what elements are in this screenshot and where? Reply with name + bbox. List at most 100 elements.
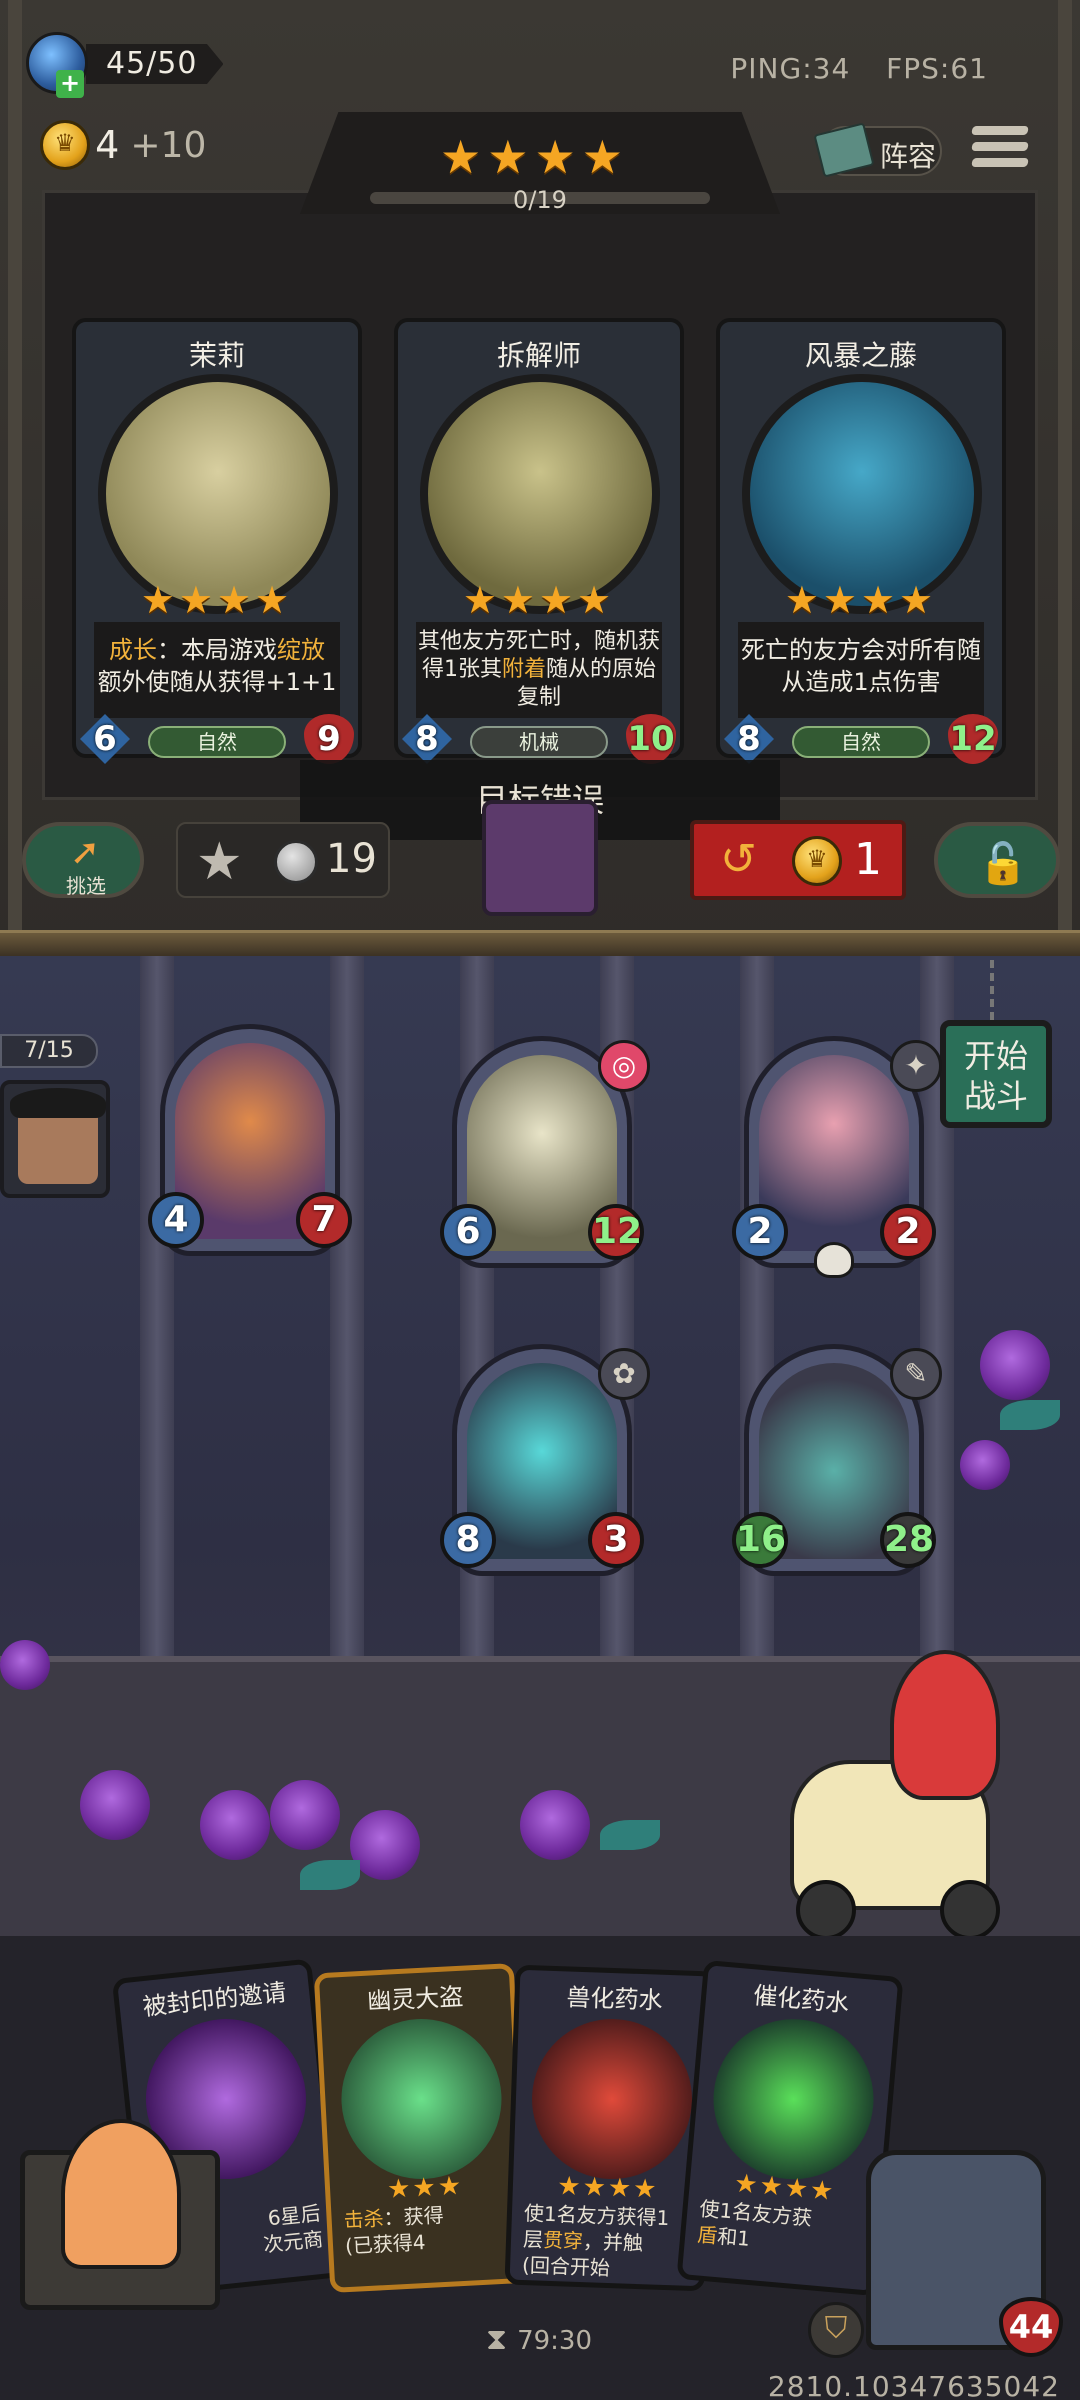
wave-counter: 7/15 bbox=[0, 1034, 98, 1068]
card-tribe: 自然 bbox=[792, 726, 930, 758]
gold-value: 4 bbox=[95, 123, 120, 167]
card-description: 死亡的友方会对所有随从造成1点伤害 bbox=[738, 622, 984, 718]
rose-decoration bbox=[0, 1640, 50, 1690]
ally-hero-frame[interactable] bbox=[20, 2119, 220, 2310]
minion-health: 2 bbox=[880, 1204, 936, 1260]
hand-card[interactable]: 幽灵大盗 ★★★ 击杀：获得 (已获得4 bbox=[313, 1962, 531, 2294]
timer-value: 79:30 bbox=[517, 2326, 592, 2356]
pick-button[interactable]: ➚ 挑选 bbox=[22, 822, 144, 898]
shop-card[interactable]: 拆解师 ★★★★ 其他友方死亡时，随机获得1张其附着随从的原始复制 机械 8 1… bbox=[394, 318, 684, 764]
build-id: 2810.10347635042 bbox=[767, 2370, 1060, 2400]
gold-counter: 4 +10 bbox=[40, 120, 206, 176]
refresh-cost: 1 bbox=[854, 834, 882, 885]
hero-portrait[interactable] bbox=[482, 800, 598, 916]
card-stars: ★★★★ bbox=[462, 578, 616, 622]
keyword: 贯穿 bbox=[542, 2227, 584, 2254]
hand-card-title: 被封印的邀请 bbox=[141, 1978, 288, 2022]
turn-timer: ⧗ 79:30 bbox=[486, 2322, 592, 2357]
card-stars: ★★★★ bbox=[140, 578, 294, 622]
board-minion[interactable]: ✦ 2 2 bbox=[732, 1036, 942, 1278]
card-name: 风暴之藤 bbox=[804, 339, 917, 372]
lineup-button[interactable]: 阵容 bbox=[813, 122, 942, 178]
refresh-icon: ↺ bbox=[720, 834, 757, 885]
upgrade-tier-button[interactable]: ★ 19 bbox=[176, 822, 390, 898]
rose-decoration bbox=[960, 1440, 1010, 1490]
paw-icon: ✿ bbox=[598, 1348, 650, 1400]
board-minion[interactable]: ✎ 16 28 bbox=[732, 1344, 942, 1576]
mana-value: 45/50 bbox=[86, 44, 224, 84]
keyword: 附着 bbox=[501, 657, 546, 682]
wheel bbox=[796, 1880, 856, 1940]
hand-card-line: ，并触 bbox=[582, 2229, 644, 2256]
card-attack: 6 bbox=[80, 714, 130, 764]
card-name: 拆解师 bbox=[496, 339, 581, 372]
add-mana-icon[interactable]: + bbox=[56, 70, 84, 98]
rose-decoration bbox=[980, 1330, 1050, 1400]
lock-icon: 🔓 bbox=[978, 841, 1028, 887]
card-stars: ★★★★ bbox=[784, 578, 938, 622]
board-minion[interactable]: ◎ 6 12 bbox=[440, 1036, 650, 1268]
menu-icon[interactable] bbox=[971, 126, 1029, 178]
ally-hero-portrait bbox=[61, 2119, 181, 2269]
hand-card-line: (已获得4 bbox=[344, 2229, 427, 2259]
player-hero-frame[interactable]: 44 bbox=[866, 2150, 1063, 2357]
shop-panel: 45/50 + 4 +10 PING:34 FPS:61 ★★★★ 0/19 阵… bbox=[0, 0, 1080, 950]
freeze-shop-button[interactable]: 🔓 bbox=[934, 822, 1060, 898]
gold-coin-icon bbox=[40, 120, 90, 170]
divider bbox=[0, 930, 1080, 956]
hero-power-icon[interactable]: ⛉ bbox=[808, 2302, 864, 2358]
keyword: 成长 bbox=[109, 636, 157, 664]
board-minion[interactable]: ✿ 8 3 bbox=[440, 1344, 650, 1576]
gold-coin-icon bbox=[792, 836, 842, 886]
hand-card-line: 次元商 bbox=[262, 2226, 325, 2257]
hand-card-line: (回合开始 bbox=[521, 2253, 611, 2281]
shop-card[interactable]: 风暴之藤 ★★★★ 死亡的友方会对所有随从造成1点伤害 自然 8 12 bbox=[716, 318, 1006, 764]
hand-card-line: 使1名友方获得1 bbox=[523, 2201, 670, 2231]
keyword: 盾 bbox=[696, 2222, 719, 2249]
skull-icon bbox=[814, 1242, 854, 1278]
board-minion[interactable]: 4 7 bbox=[148, 1024, 352, 1256]
card-tribe: 自然 bbox=[148, 726, 286, 758]
minion-attack: 6 bbox=[440, 1204, 496, 1260]
fps-readout: FPS:61 bbox=[886, 52, 988, 85]
network-stats: PING:34 FPS:61 bbox=[704, 52, 988, 85]
upgrade-cost: 19 bbox=[326, 836, 377, 882]
arrow-icon: ➚ bbox=[70, 832, 101, 873]
hourglass-icon: ⧗ bbox=[486, 2322, 508, 2357]
leaf-decoration bbox=[600, 1820, 660, 1850]
refresh-button[interactable]: ↺ 1 bbox=[690, 820, 906, 900]
desc-text: 死亡的友方会对所有随从造成1点伤害 bbox=[741, 636, 981, 696]
pick-label: 挑选 bbox=[66, 874, 106, 898]
card-tribe: 机械 bbox=[470, 726, 608, 758]
card-health: 10 bbox=[626, 714, 676, 764]
hand-card-line: 6星后 bbox=[266, 2200, 322, 2231]
keyword: 绽放 bbox=[277, 636, 325, 664]
card-attack: 8 bbox=[724, 714, 774, 764]
wrench-icon: ✎ bbox=[890, 1348, 942, 1400]
character-figure bbox=[890, 1650, 1000, 1800]
hand-card-line: 和1 bbox=[716, 2224, 751, 2251]
card-health: 12 bbox=[948, 714, 998, 764]
minion-health: 28 bbox=[880, 1512, 936, 1568]
sparkle-icon: ✦ bbox=[890, 1040, 942, 1092]
gold-income: +10 bbox=[130, 124, 207, 166]
card-description: 其他友方死亡时，随机获得1张其附着随从的原始复制 bbox=[416, 622, 662, 718]
rose-decoration bbox=[520, 1790, 590, 1860]
hand-card-art bbox=[529, 2016, 695, 2182]
spiral-icon: ◎ bbox=[598, 1040, 650, 1092]
hand-card-title: 催化药水 bbox=[752, 1981, 851, 2018]
silver-coin-icon bbox=[274, 840, 318, 884]
ping-readout: PING:34 bbox=[730, 52, 851, 85]
hat-icon bbox=[10, 1088, 106, 1118]
tavern-tier-stars: ★★★★ bbox=[440, 130, 629, 184]
card-name: 茉莉 bbox=[188, 339, 245, 372]
shop-card[interactable]: 茉莉 ★★★★ 成长：本局游戏绽放 额外使随从获得+1+1 自然 6 9 bbox=[72, 318, 362, 764]
card-description: 成长：本局游戏绽放 额外使随从获得+1+1 bbox=[94, 622, 340, 718]
player-character bbox=[790, 1640, 1040, 1940]
hand-card-text: 使1名友方获得1 层贯穿，并触 (回合开始 bbox=[522, 2200, 691, 2284]
start-label-line2: 战斗 bbox=[963, 1077, 1028, 1115]
start-battle-button[interactable]: 开始 战斗 bbox=[940, 1020, 1052, 1128]
mana-counter: 45/50 + bbox=[20, 28, 224, 100]
wheel bbox=[940, 1880, 1000, 1940]
opponent-portrait[interactable] bbox=[0, 1080, 110, 1198]
